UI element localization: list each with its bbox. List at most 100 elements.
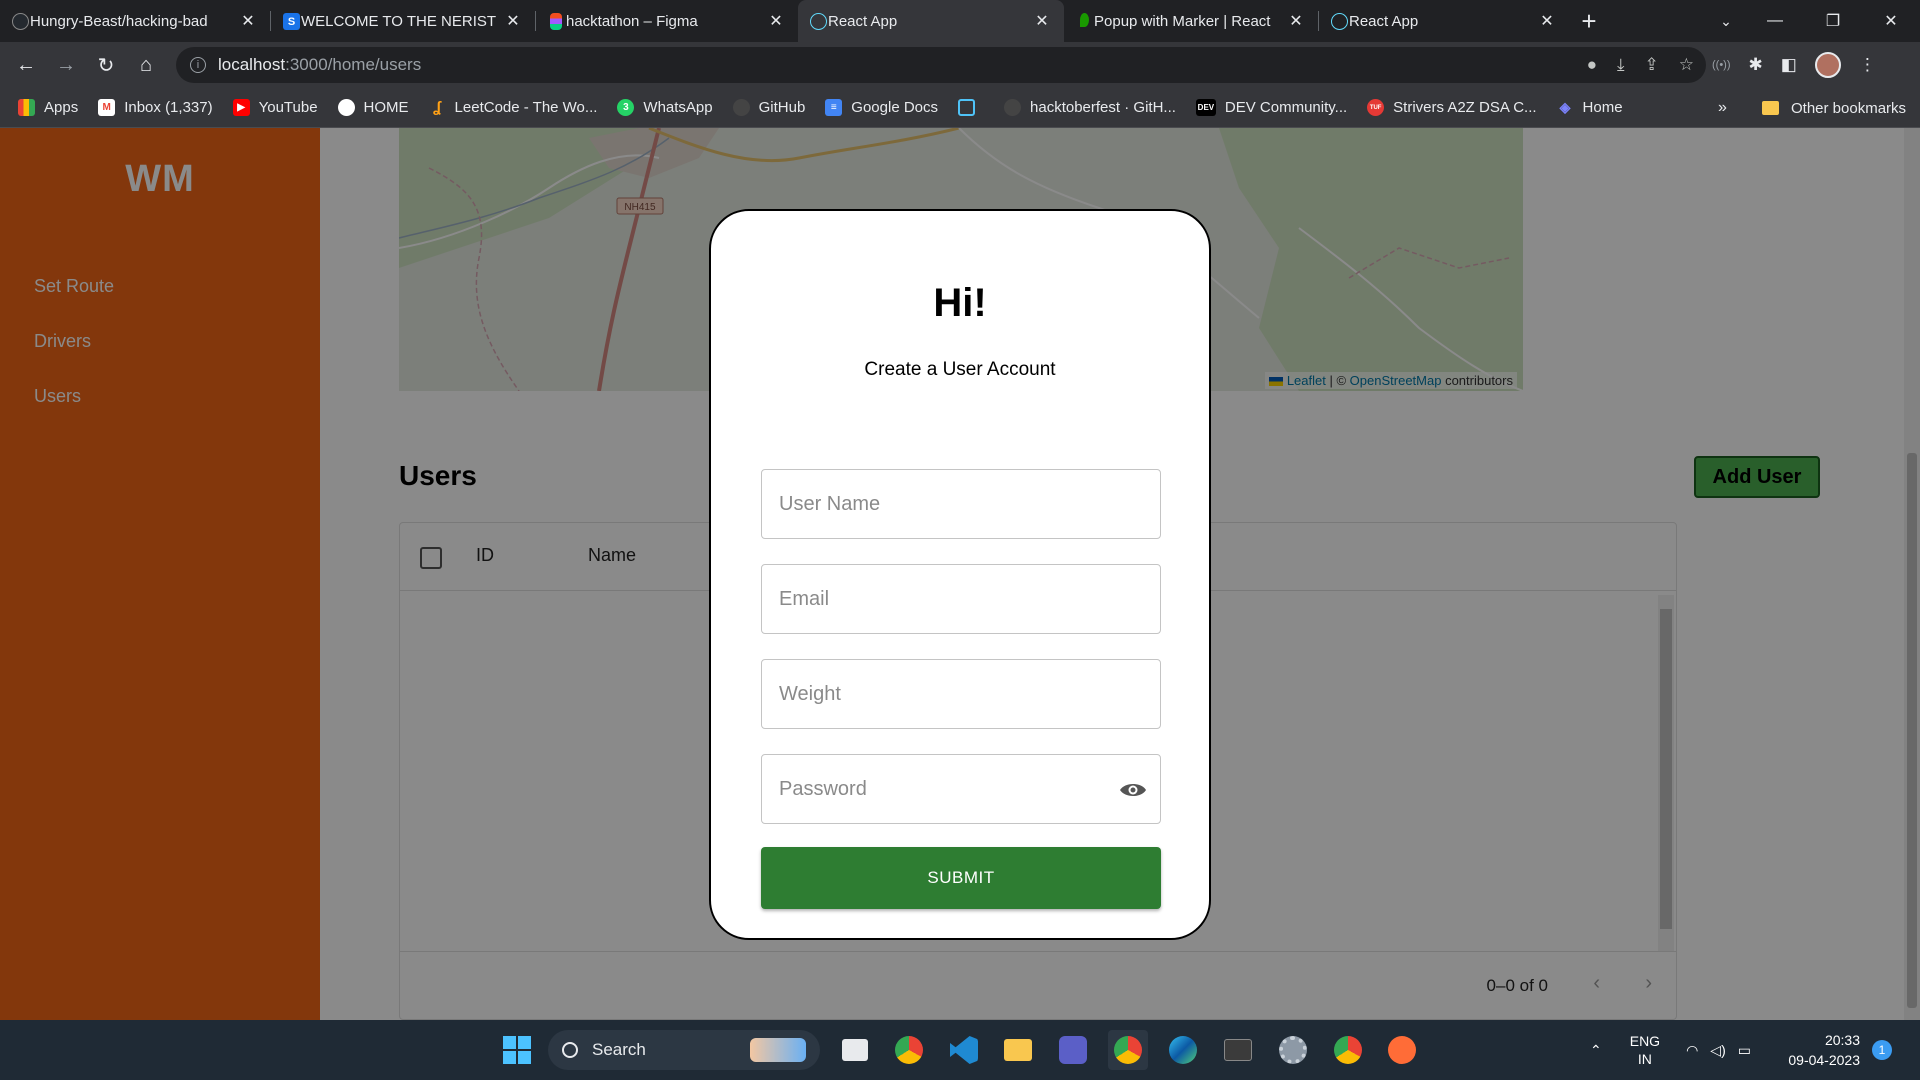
tab-title: hacktathon – Figma xyxy=(566,12,698,30)
close-window-icon[interactable]: ✕ xyxy=(1862,0,1920,42)
dev-icon: DEV xyxy=(1195,99,1216,116)
file-explorer-icon[interactable] xyxy=(998,1030,1038,1070)
tab-title: WELCOME TO THE NERIST xyxy=(301,12,497,30)
postman-icon[interactable] xyxy=(1382,1030,1422,1070)
modal-title: Hi! xyxy=(933,281,987,325)
media-icon[interactable]: ((•)) xyxy=(1712,59,1731,71)
bookmark-item[interactable]: ʆ LeetCode - The Wo... xyxy=(429,99,597,116)
email-field xyxy=(761,564,1161,634)
install-app-icon[interactable]: ⤓ xyxy=(1617,55,1625,75)
bracket-icon xyxy=(958,99,976,116)
profile-avatar[interactable] xyxy=(1814,52,1841,78)
apps-grid-icon xyxy=(18,99,35,116)
browser-tab-1[interactable]: Hungry-Beast/hacking-bad ✕ xyxy=(0,0,270,42)
close-icon[interactable]: ✕ xyxy=(503,11,523,31)
close-icon[interactable]: ✕ xyxy=(766,11,786,31)
minimize-icon[interactable]: — xyxy=(1746,0,1804,42)
bookmark-label: Apps xyxy=(44,99,79,116)
new-tab-button[interactable]: + xyxy=(1569,0,1609,42)
url-host: localhost xyxy=(218,55,286,74)
username-input[interactable] xyxy=(762,470,1160,538)
home-wave-icon: ◈ xyxy=(1559,99,1571,115)
bookmarks-bar: Apps M Inbox (1,337) ▶ YouTube HOME ʆ LeetC… xyxy=(0,88,1920,128)
whatsapp-icon: 3 xyxy=(617,99,635,116)
bookmark-label: Home xyxy=(1582,99,1623,116)
bookmark-item[interactable]: TUF Strivers A2Z DSA C... xyxy=(1367,99,1537,116)
address-bar-actions: ● ⤓ ⇪ ☆ xyxy=(1587,47,1694,83)
browser-tab-2[interactable]: S WELCOME TO THE NERIST ✕ xyxy=(271,0,535,42)
bookmark-item[interactable]: ◈ Home xyxy=(1557,99,1623,116)
edge-icon[interactable] xyxy=(1163,1030,1203,1070)
bookmark-label: Strivers A2Z DSA C... xyxy=(1393,99,1537,116)
settings-gear-icon[interactable] xyxy=(1273,1030,1313,1070)
folder-icon xyxy=(1762,101,1779,115)
close-icon[interactable]: ✕ xyxy=(1286,11,1306,31)
react-icon xyxy=(1331,13,1348,30)
password-input[interactable] xyxy=(762,755,1160,823)
extensions-puzzle-icon[interactable]: ✱ xyxy=(1749,55,1763,75)
more-bookmarks-button[interactable]: » xyxy=(1718,88,1727,128)
close-icon[interactable]: ✕ xyxy=(1032,11,1052,31)
home-icon[interactable]: ⌂ xyxy=(126,45,166,85)
bookmark-item[interactable]: 3 WhatsApp xyxy=(617,99,713,116)
close-icon[interactable]: ✕ xyxy=(238,11,258,31)
docs-icon: ≡ xyxy=(825,99,843,116)
bookmark-item[interactable]: Apps xyxy=(18,99,78,116)
reload-icon[interactable]: ↻ xyxy=(86,45,126,85)
bookmark-label: YouTube xyxy=(258,99,318,116)
terminal-icon[interactable] xyxy=(1218,1030,1258,1070)
tab-search-chevron-icon[interactable]: ⌄ xyxy=(1706,0,1746,42)
close-icon[interactable]: ✕ xyxy=(1537,11,1557,31)
forward-arrow-icon[interactable]: → xyxy=(46,45,86,85)
battery-icon[interactable]: ▭ xyxy=(1738,1042,1751,1059)
browser-tab-3[interactable]: hacktathon – Figma ✕ xyxy=(536,0,798,42)
chrome-active-icon[interactable] xyxy=(1108,1030,1148,1070)
other-bookmarks-folder[interactable]: Other bookmarks xyxy=(1762,88,1906,128)
bookmark-item[interactable]: HOME xyxy=(337,99,409,116)
volume-icon[interactable]: ◁) xyxy=(1710,1042,1725,1059)
clock-time: 20:33 xyxy=(1824,1032,1860,1048)
share-icon[interactable]: ⇪ xyxy=(1645,55,1659,75)
taskbar-search-label: Search xyxy=(592,1040,646,1059)
bookmark-item[interactable]: DEV DEV Community... xyxy=(1195,99,1347,116)
browser-tab-6[interactable]: React App ✕ xyxy=(1319,0,1569,42)
address-bar[interactable]: i localhost:3000/home/users ● ⤓ ⇪ ☆ xyxy=(176,47,1706,83)
weight-field xyxy=(761,659,1161,729)
restore-icon[interactable]: ❐ xyxy=(1804,0,1862,42)
notification-badge[interactable]: 1 xyxy=(1872,1040,1892,1060)
tray-chevron-up-icon[interactable]: ⌃ xyxy=(1590,1042,1602,1059)
submit-button[interactable]: SUBMIT xyxy=(761,847,1161,909)
back-arrow-icon[interactable]: ← xyxy=(6,45,46,85)
taskbar-search[interactable]: Search xyxy=(548,1030,820,1070)
windows-start-icon[interactable] xyxy=(497,1030,537,1070)
browser-tab-4-active[interactable]: React App ✕ xyxy=(798,0,1064,42)
bookmark-item[interactable]: GitHub xyxy=(732,99,805,116)
location-pin-icon[interactable]: ● xyxy=(1587,55,1597,75)
language-indicator[interactable]: ENG IN xyxy=(1630,1032,1660,1068)
leetcode-icon: ʆ xyxy=(433,99,442,116)
weight-input[interactable] xyxy=(762,660,1160,728)
eye-icon[interactable] xyxy=(1118,776,1148,804)
chrome-profile-icon[interactable] xyxy=(1328,1030,1368,1070)
chrome-icon[interactable] xyxy=(889,1030,929,1070)
bookmark-item[interactable] xyxy=(958,99,984,116)
bookmark-star-icon[interactable]: ☆ xyxy=(1679,55,1694,75)
wifi-icon[interactable]: ◠ xyxy=(1686,1042,1698,1059)
system-clock[interactable]: 20:33 09-04-2023 xyxy=(1776,1030,1860,1070)
teams-icon[interactable] xyxy=(1053,1030,1093,1070)
bookmark-item[interactable]: M Inbox (1,337) xyxy=(98,99,213,116)
browser-tab-5[interactable]: Popup with Marker | React ✕ xyxy=(1064,0,1318,42)
url-path: :3000/home/users xyxy=(285,55,422,74)
browser-menu-icon[interactable]: ⋮ xyxy=(1859,55,1876,75)
bookmark-item[interactable]: ▶ YouTube xyxy=(232,99,318,116)
side-panel-icon[interactable]: ◧ xyxy=(1781,55,1797,75)
create-user-modal: Hi! Create a User Account SUBMIT xyxy=(709,209,1211,940)
bookmark-label: Inbox (1,337) xyxy=(124,99,213,116)
search-highlight-icon xyxy=(750,1038,806,1062)
site-info-icon[interactable]: i xyxy=(190,57,206,73)
bookmark-item[interactable]: ≡ Google Docs xyxy=(825,99,938,116)
vscode-icon[interactable] xyxy=(944,1030,984,1070)
email-input[interactable] xyxy=(762,565,1160,633)
bookmark-item[interactable]: hacktoberfest · GitH... xyxy=(1004,99,1176,116)
task-view-icon[interactable] xyxy=(835,1030,875,1070)
